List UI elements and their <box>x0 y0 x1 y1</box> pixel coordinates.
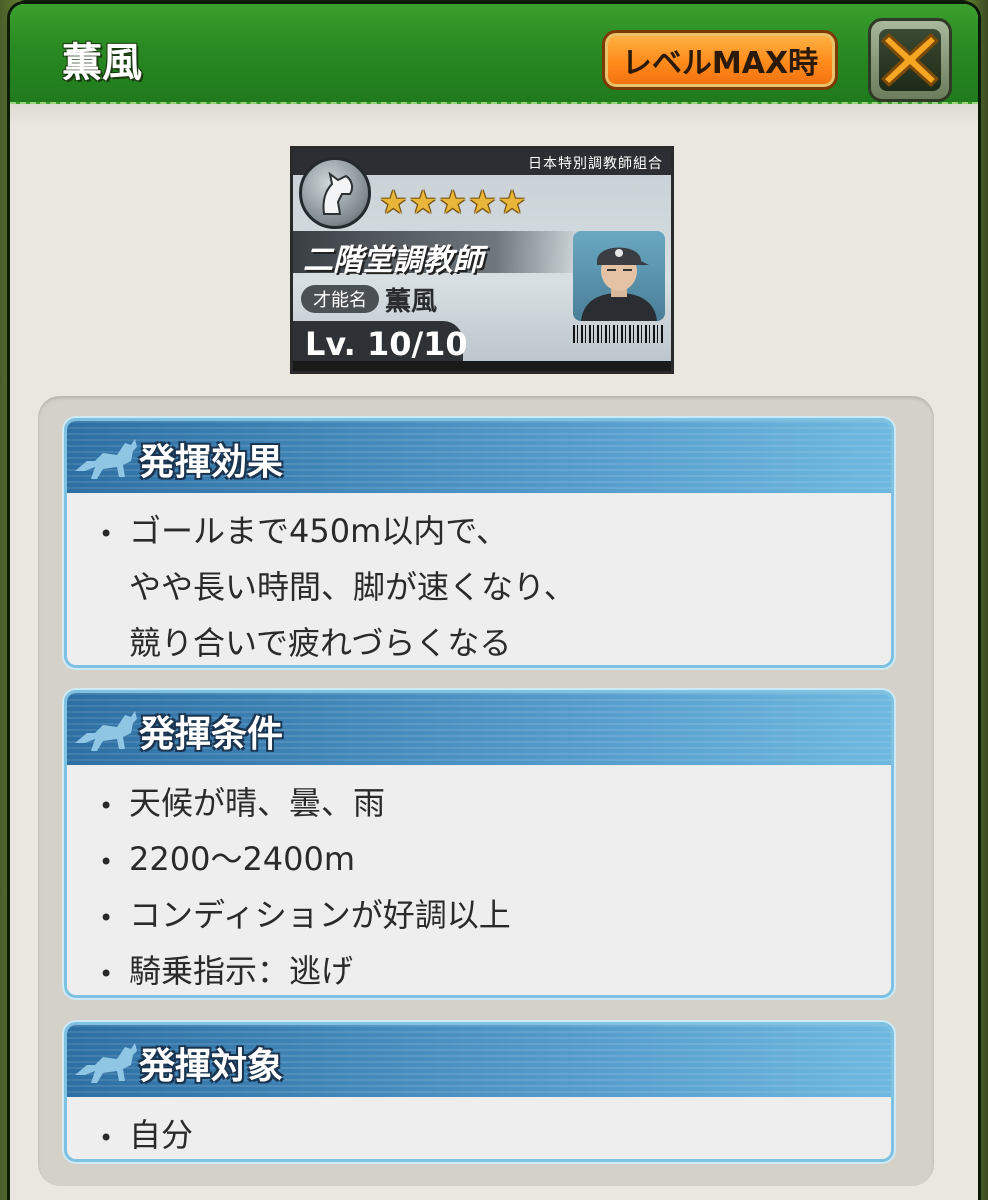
condition-text: 天候が晴、曇、雨 <box>129 784 386 822</box>
barcode-icon <box>573 325 665 343</box>
trainer-name: 二階堂調教師 <box>303 243 483 278</box>
panel-header: 薫風 レベルMAX時 <box>10 4 978 104</box>
close-icon <box>881 33 939 87</box>
effect-text: ゴールまで450m以内で、 <box>129 512 508 550</box>
effect-section-title: 発揮効果 <box>139 442 284 483</box>
target-text: 自分 <box>129 1116 194 1154</box>
condition-section: 発揮条件 • 天候が晴、曇、雨 • 2200〜2400m • コンディションが好調以上… <box>64 690 894 998</box>
effect-text: 競り合いで疲れづらくなる <box>129 624 512 662</box>
bullet: • <box>99 520 114 548</box>
close-button[interactable] <box>868 18 952 102</box>
skill-info-container: 発揮効果 • ゴールまで450m以内で、 やや長い時間、脚が速くなり、 競り合いで… <box>38 396 934 1186</box>
trainer-portrait <box>573 231 665 321</box>
talent-name: 薫風 <box>385 287 438 317</box>
talent-tag: 才能名 <box>301 285 379 313</box>
target-line: • 自分 <box>99 1107 891 1159</box>
bullet: • <box>99 792 114 820</box>
horse-icon <box>75 1043 137 1083</box>
effect-section-header: 発揮効果 <box>67 421 891 493</box>
condition-line: • 騎乗指示：逃げ <box>99 943 891 995</box>
paper-edge <box>10 104 978 128</box>
effect-line: • ゴールまで450m以内で、 <box>99 503 891 559</box>
condition-section-header: 発揮条件 <box>67 693 891 765</box>
horse-emblem-icon <box>299 157 371 229</box>
bullet: • <box>99 960 114 988</box>
target-section-header: 発揮対象 <box>67 1025 891 1097</box>
condition-line: • 天候が晴、曇、雨 <box>99 775 891 831</box>
target-section-body: • 自分 <box>67 1097 891 1159</box>
trainer-card: 日本特別調教師組合 ★★★★★ 二階堂調教師 才能名 薫風 Lv. 10/10 <box>290 146 674 374</box>
bullet: • <box>99 904 114 932</box>
condition-text: コンディションが好調以上 <box>129 896 511 934</box>
condition-text: 2200〜2400m <box>129 840 356 878</box>
card-organization: 日本特別調教師組合 <box>528 156 663 172</box>
effect-line: やや長い時間、脚が速くなり、 <box>99 559 891 615</box>
page-title: 薫風 <box>62 40 142 86</box>
condition-line: • 2200〜2400m <box>99 831 891 887</box>
bullet: • <box>99 1124 114 1152</box>
effect-line: 競り合いで疲れづらくなる <box>99 615 891 665</box>
condition-section-body: • 天候が晴、曇、雨 • 2200〜2400m • コンディションが好調以上 • 騎乗指… <box>67 765 891 995</box>
condition-text: 騎乗指示：逃げ <box>129 952 354 990</box>
horse-icon <box>75 711 137 751</box>
card-bottom-bar <box>293 361 671 371</box>
target-section-title: 発揮対象 <box>139 1046 284 1087</box>
target-section: 発揮対象 • 自分 <box>64 1022 894 1162</box>
condition-section-title: 発揮条件 <box>139 714 284 755</box>
skill-detail-panel: 薫風 レベルMAX時 日本特別調教師組合 ★★★★★ 二階堂調教師 才能名 薫風… <box>10 4 978 1200</box>
rarity-stars: ★★★★★ <box>379 183 528 221</box>
level-label: Lv. 10/10 <box>305 325 468 363</box>
effect-text: やや長い時間、脚が速くなり、 <box>129 568 576 606</box>
horse-icon <box>75 439 137 479</box>
bullet: • <box>99 848 114 876</box>
effect-section: 発揮効果 • ゴールまで450m以内で、 やや長い時間、脚が速くなり、 競り合いで… <box>64 418 894 668</box>
condition-line: • コンディションが好調以上 <box>99 887 891 943</box>
effect-section-body: • ゴールまで450m以内で、 やや長い時間、脚が速くなり、 競り合いで疲れづらく… <box>67 493 891 665</box>
level-max-button[interactable]: レベルMAX時 <box>602 30 838 90</box>
